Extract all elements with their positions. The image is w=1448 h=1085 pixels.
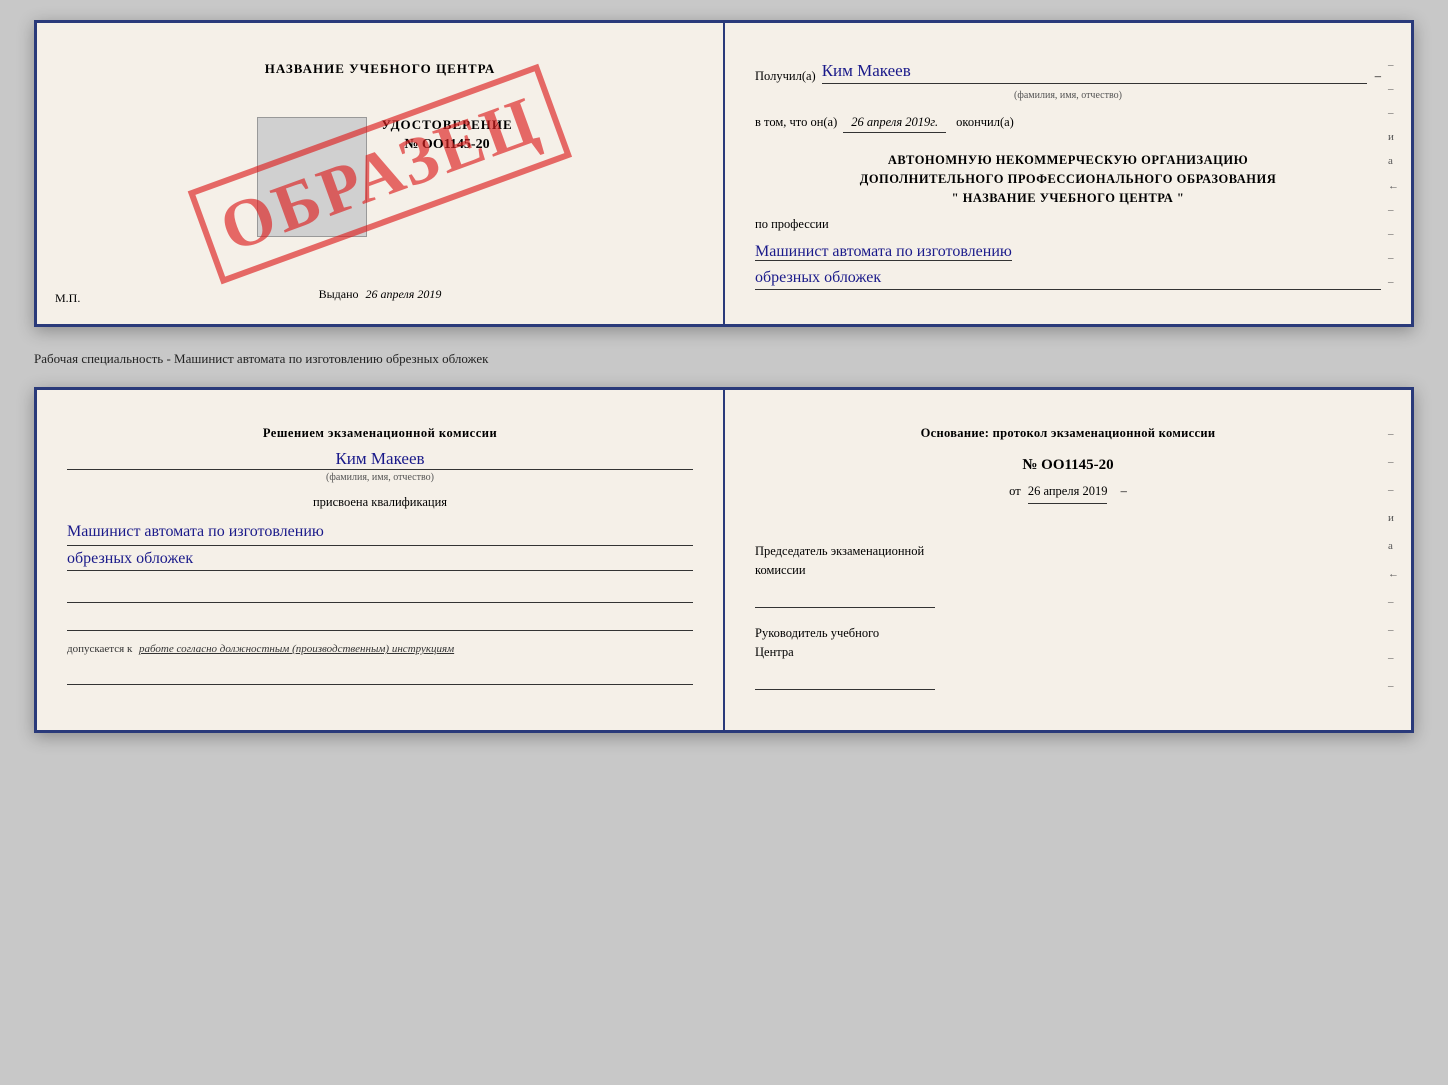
dash-after-name: – [1375,69,1381,84]
допускается-text: допускается к [67,643,132,655]
blank-line-1 [67,581,693,603]
org-line3: " НАЗВАНИЕ УЧЕБНОГО ЦЕНТРА " [755,189,1381,208]
exam-commission-label: Решением экзаменационной комиссии [67,426,693,441]
fio-subtitle-bottom: (фамилия, имя, отчество) [67,472,693,483]
margin-lines: – – – и а ← – – – – [1388,53,1399,294]
rukovoditel-line2: Центра [755,645,1381,660]
profession-label: по профессии [755,217,1381,232]
profession-line1: Машинист автомата по изготовлению [755,243,1012,261]
org-block: АВТОНОМНУЮ НЕКОММЕРЧЕСКУЮ ОРГАНИЗАЦИЮ ДО… [755,151,1381,207]
org-line2: ДОПОЛНИТЕЛЬНОГО ПРОФЕССИОНАЛЬНОГО ОБРАЗО… [755,170,1381,189]
protocol-date: 26 апреля 2019 [1028,484,1108,504]
qualification-line2: обрезных обложек [67,550,693,571]
profession-line2: обрезных обложек [755,269,1381,290]
protocol-date-wrap: от 26 апреля 2019 – [755,484,1381,524]
допускается-italic: работе согласно должностным (производств… [139,643,454,655]
chairman-label-line1: Председатель экзаменационной [755,544,1381,559]
fio-subtitle-top: (фамилия, имя, отчество) [755,90,1381,101]
blank-lines-block [67,581,693,631]
protocol-number: № OO1145-20 [755,457,1381,474]
chairman-sign-line [755,584,935,608]
qualification-line1: Машинист автомата по изготовлению [67,518,693,546]
person-name-bottom: Ким Макеев [67,449,693,470]
dash-protocol: – [1121,484,1127,498]
date-label: в том, что он(а) [755,115,837,130]
org-line1: АВТОНОМНУЮ НЕКОММЕРЧЕСКУЮ ОРГАНИЗАЦИЮ [755,151,1381,170]
okончил-label: окончил(а) [956,115,1014,130]
blank-line-2 [67,609,693,631]
date-value: 26 апреля 2019г. [843,115,946,133]
vydano-label: Выдано [319,287,359,301]
bottom-document: Решением экзаменационной комиссии Ким Ма… [34,387,1414,733]
udostoverenie-number: № OO1145-20 [381,137,512,153]
chairman-label-line2: комиссии [755,563,1381,578]
mp-label: М.П. [55,291,80,306]
rukovoditel-line1: Руководитель учебного [755,626,1381,641]
date-line: в том, что он(а) 26 апреля 2019г. окончи… [755,115,1381,133]
допускается-line: допускается к работе согласно должностны… [67,643,693,655]
top-doc-right: Получил(а) Ким Макеев – (фамилия, имя, о… [725,23,1411,324]
bottom-doc-right: Основание: протокол экзаменационной коми… [725,390,1411,730]
blank-line-3 [67,663,693,685]
recipient-name: Ким Макеев [822,61,1367,84]
udostoverenie-title: УДОСТОВЕРЕНИЕ [381,117,512,133]
bottom-margin-lines: – – – и а ← – – – – [1388,420,1399,700]
recipient-line: Получил(а) Ким Макеев – [755,61,1381,84]
recipient-label: Получил(а) [755,69,816,84]
rukovoditel-sign-line [755,666,935,690]
protocol-date-prefix: от [1009,484,1021,498]
separator-text: Рабочая специальность - Машинист автомат… [34,345,1414,369]
assigned-label: присвоена квалификация [67,495,693,510]
bottom-doc-left: Решением экзаменационной комиссии Ким Ма… [37,390,725,730]
vydano-date: 26 апреля 2019 [366,287,442,301]
top-doc-left: НАЗВАНИЕ УЧЕБНОГО ЦЕНТРА УДОСТОВЕРЕНИЕ №… [37,23,725,324]
osnov-label: Основание: протокол экзаменационной коми… [755,426,1381,441]
vydano-line: Выдано 26 апреля 2019 [319,287,442,302]
school-name-top: НАЗВАНИЕ УЧЕБНОГО ЦЕНТРА [265,61,496,77]
top-document: НАЗВАНИЕ УЧЕБНОГО ЦЕНТРА УДОСТОВЕРЕНИЕ №… [34,20,1414,327]
photo-placeholder [257,117,367,237]
